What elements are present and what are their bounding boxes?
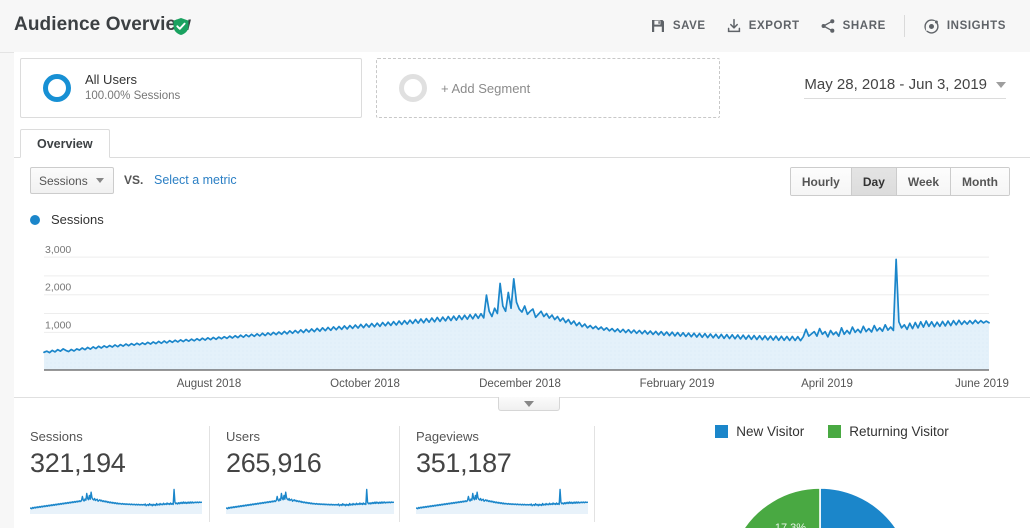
download-icon (726, 18, 742, 34)
stat-value: 265,916 (226, 448, 322, 478)
tab-overview-label: Overview (37, 136, 93, 151)
svg-text:1,000: 1,000 (45, 319, 71, 331)
chevron-down-icon (96, 178, 104, 183)
chart-expander-toggle[interactable] (498, 397, 560, 411)
segment-bar: All Users 100.00% Sessions + Add Segment… (14, 58, 1030, 120)
legend-swatch-icon (715, 425, 729, 438)
add-segment-ring-icon (399, 74, 427, 102)
stat-value: 351,187 (416, 448, 512, 478)
segment-subtitle: 100.00% Sessions (85, 90, 181, 103)
sparkline (30, 488, 202, 514)
insights-orbit-icon (923, 18, 940, 35)
sessions-timeseries-chart[interactable]: 1,000 2,000 3,000 (14, 230, 1030, 378)
insights-button[interactable]: INSIGHTS (913, 13, 1016, 39)
chevron-down-icon (524, 400, 534, 407)
chart-x-axis: August 2018 October 2018 December 2018 F… (14, 378, 1030, 396)
segment-title: All Users (85, 71, 138, 87)
stat-card-sessions[interactable]: Sessions 321,194 (14, 422, 210, 528)
legend-swatch-icon (828, 425, 842, 438)
stat-label: Pageviews (416, 429, 479, 444)
segment-all-users[interactable]: All Users 100.00% Sessions (20, 58, 362, 118)
x-tick-label: August 2018 (176, 378, 242, 390)
legend-item-returning-visitor[interactable]: Returning Visitor (828, 424, 949, 439)
save-label: SAVE (672, 20, 706, 32)
date-range-label: May 28, 2018 - Jun 3, 2019 (804, 76, 987, 93)
add-segment-label: + Add Segment (441, 80, 531, 96)
granularity-toggle-group: Hourly Day Week Month (789, 167, 1010, 196)
primary-metric-select[interactable]: Sessions (30, 167, 114, 194)
stat-label: Users (226, 429, 260, 444)
export-label: EXPORT (748, 20, 800, 32)
vs-label: VS. (124, 173, 144, 187)
visitor-type-pie-chart[interactable]: 17.3% (634, 444, 1030, 528)
legend-item-new-visitor[interactable]: New Visitor (715, 424, 804, 439)
svg-text:2,000: 2,000 (45, 282, 71, 294)
granularity-day[interactable]: Day (851, 168, 897, 195)
x-tick-label: February 2019 (639, 378, 715, 390)
share-button[interactable]: SHARE (810, 13, 896, 39)
x-tick-label: June 2019 (955, 378, 1009, 390)
tab-strip: Overview (14, 129, 1030, 158)
analytics-audience-overview-page: Audience Overview SAVE EXPORT SHARE INSI… (0, 0, 1030, 528)
select-a-metric-link[interactable]: Select a metric (154, 173, 237, 187)
content-panel: All Users 100.00% Sessions + Add Segment… (14, 52, 1030, 528)
card-divider (594, 426, 595, 522)
legend-dot-icon (30, 214, 40, 225)
page-title: Audience Overview (14, 14, 191, 35)
chevron-down-icon (996, 81, 1006, 88)
granularity-month[interactable]: Month (951, 168, 1009, 195)
stat-card-pageviews[interactable]: Pageviews 351,187 (400, 422, 595, 528)
header-toolbar: SAVE EXPORT SHARE INSIGHTS (640, 13, 1016, 39)
granularity-hourly[interactable]: Hourly (790, 168, 852, 195)
x-tick-label: December 2018 (479, 378, 561, 390)
stat-value: 321,194 (30, 448, 126, 478)
sparkline (416, 488, 588, 514)
save-button[interactable]: SAVE (640, 13, 716, 39)
x-tick-label: April 2019 (801, 378, 853, 390)
add-segment-button[interactable]: + Add Segment (376, 58, 720, 118)
visitor-type-legend: New Visitor Returning Visitor (634, 424, 1030, 439)
save-icon (650, 18, 666, 34)
sparkline (226, 488, 394, 514)
metric-row: Sessions VS. Select a metric Hourly Day … (14, 167, 1030, 197)
pie-slice-percent-label: 17.3% (775, 522, 806, 528)
legend-series-label: Sessions (51, 212, 104, 227)
legend-label: Returning Visitor (849, 424, 949, 439)
stat-card-users[interactable]: Users 265,916 (210, 422, 400, 528)
export-button[interactable]: EXPORT (716, 13, 810, 39)
granularity-week[interactable]: Week (896, 168, 952, 195)
segment-ring-icon (43, 74, 71, 102)
share-label: SHARE (842, 20, 886, 32)
tab-overview[interactable]: Overview (20, 129, 110, 158)
x-tick-label: October 2018 (330, 378, 400, 390)
insights-label: INSIGHTS (946, 20, 1006, 32)
shield-check-icon (172, 17, 190, 36)
primary-metric-value: Sessions (39, 173, 88, 188)
stat-label: Sessions (30, 429, 83, 444)
toolbar-divider (903, 15, 905, 37)
legend-label: New Visitor (736, 424, 805, 439)
svg-text:3,000: 3,000 (45, 244, 71, 256)
date-range-picker[interactable]: May 28, 2018 - Jun 3, 2019 (804, 76, 1006, 99)
chart-legend: Sessions (30, 212, 104, 227)
share-icon (820, 18, 836, 34)
page-header: Audience Overview SAVE EXPORT SHARE INSI… (0, 0, 1030, 53)
